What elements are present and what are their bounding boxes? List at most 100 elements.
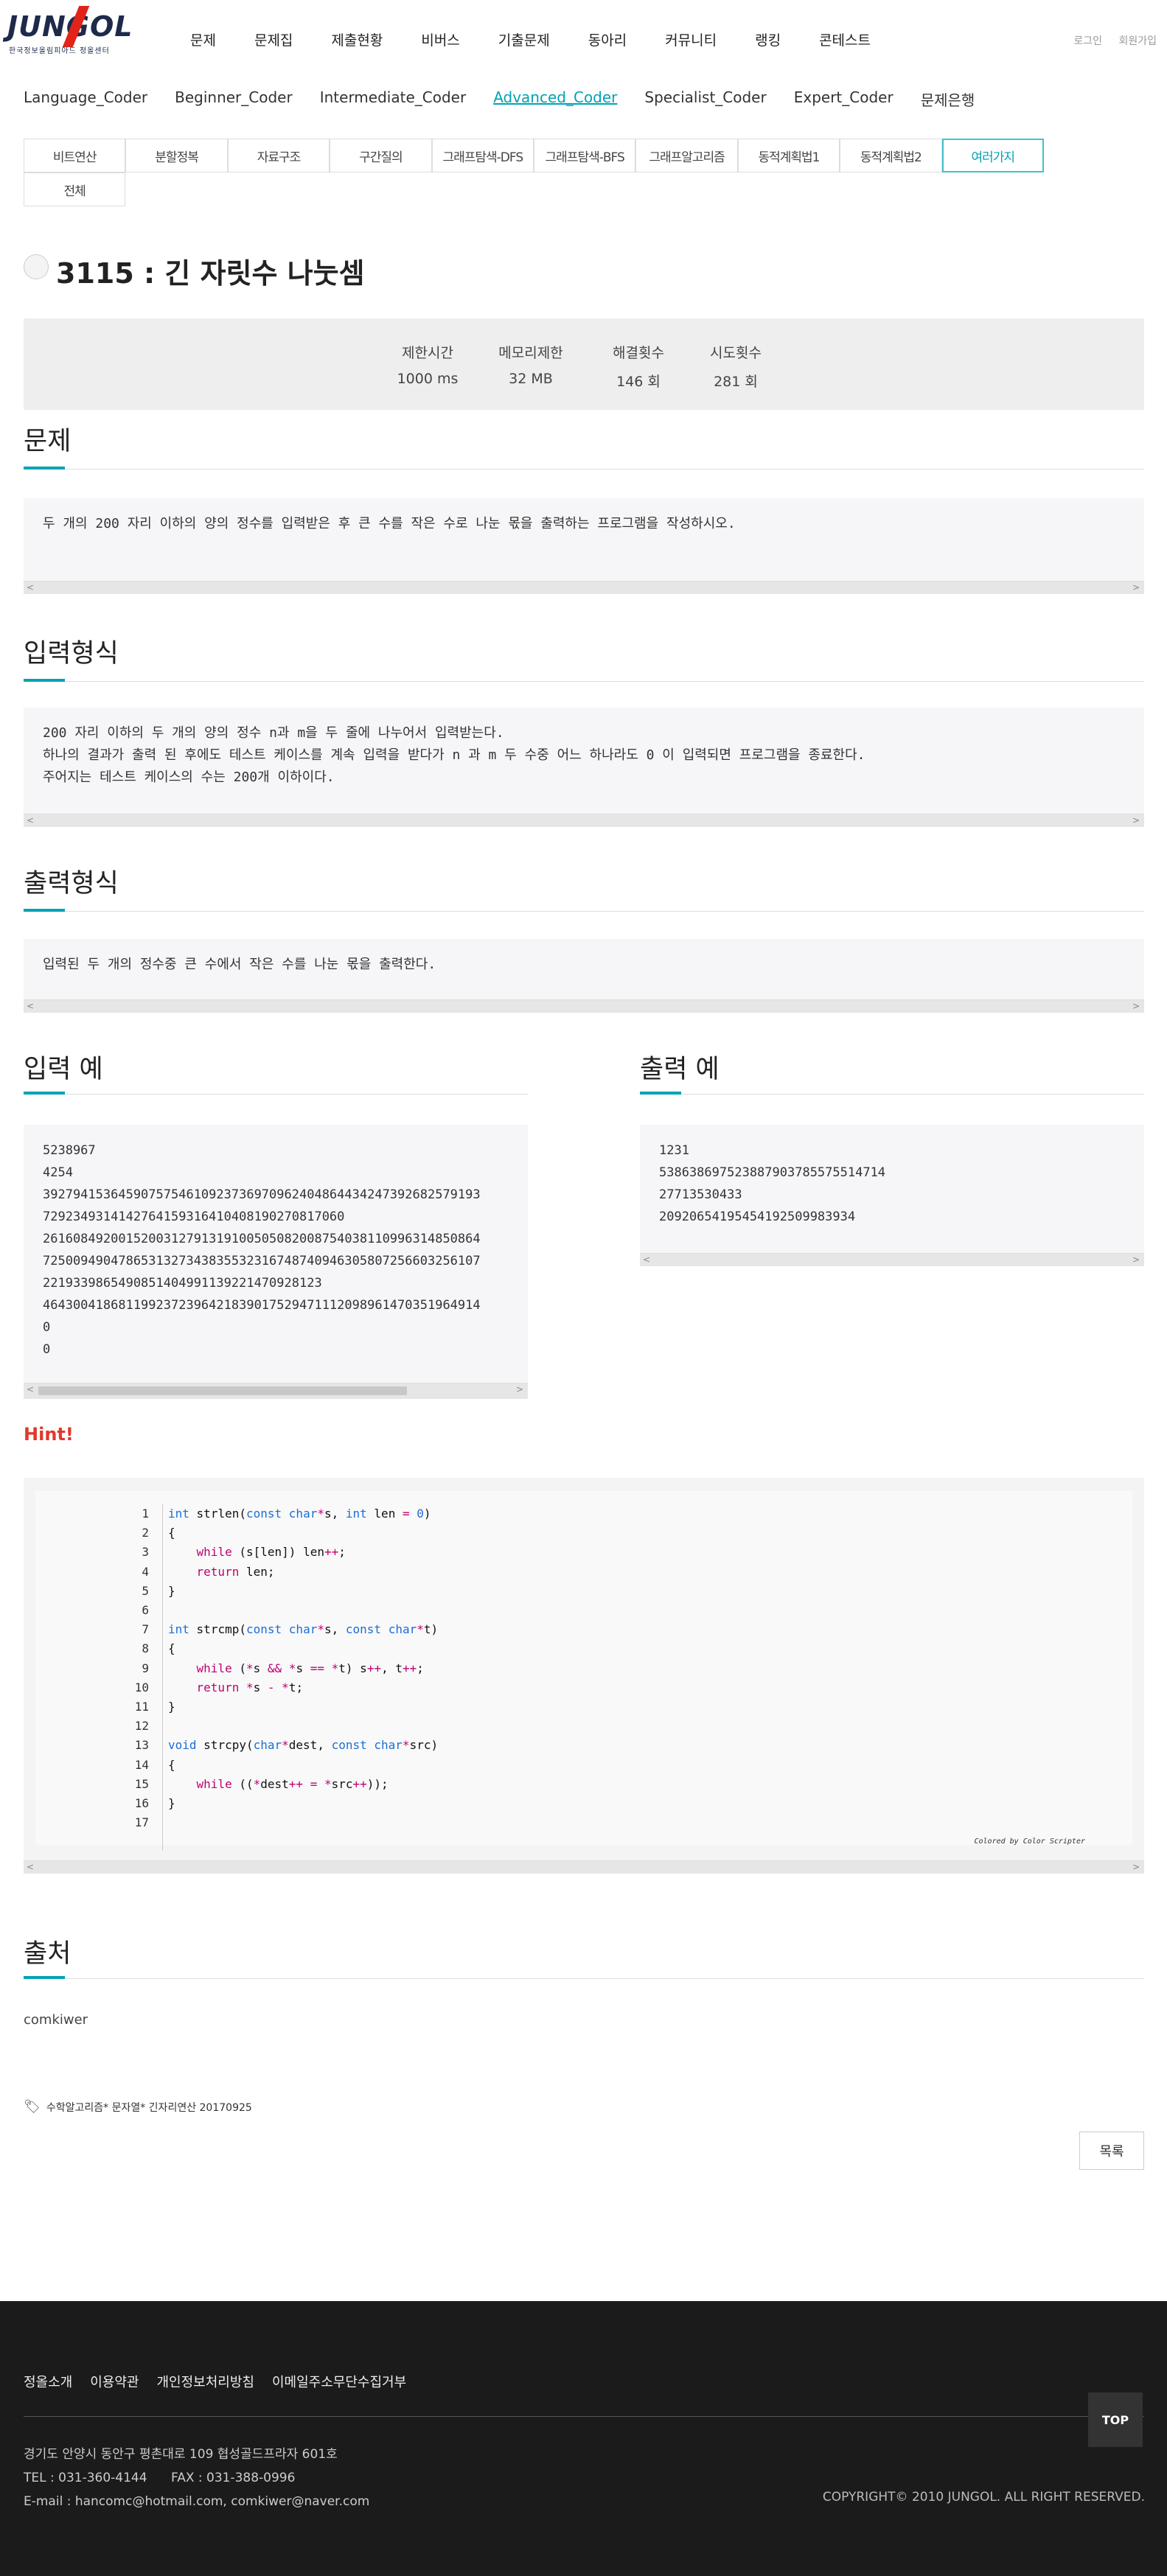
list-button[interactable]: 목록 [1079, 2132, 1144, 2170]
code-text: int strlen(const char*s, int len = 0) { w… [168, 1504, 438, 1832]
output-box: 입력된 두 개의 정수중 큰 수에서 작은 수를 나눈 몫을 출력한다. < > [24, 939, 1144, 1013]
sample-output-section: 출력 예 1231 538638697523887903785575514714 2… [640, 1048, 1144, 1266]
sample-input-section: 입력 예 5238967 4254 392794153645907575461092… [24, 1048, 528, 1399]
horizontal-scrollbar[interactable]: < > [24, 581, 1144, 594]
stat-label: 메모리제한 [498, 345, 563, 361]
input-text: 200 자리 이하의 두 개의 양의 정수 n과 m을 두 줄에 나누어서 입력… [24, 708, 1144, 803]
sample-input-line: 2616084920015200312791319100505082008754… [43, 1232, 481, 1246]
category-tab[interactable]: 구간질의 [330, 139, 432, 172]
nav-item[interactable]: 문제집 [254, 29, 293, 49]
sample-output-line: 20920654195454192509983934 [659, 1210, 856, 1224]
color-scripter-credit[interactable]: Colored by Color Scripter [974, 1837, 1085, 1846]
tag-text[interactable]: 수학알고리즘* 문자열* 긴자리연산 20170925 [46, 2100, 252, 2115]
line-number: 11 [134, 1700, 149, 1714]
level-tab[interactable]: Advanced_Coder [493, 88, 617, 110]
problem-title: 3115 : 긴 자릿수 나눗셈 [56, 257, 365, 290]
logo-subtitle: 한국정보올림피아드 정올센터 [9, 47, 110, 55]
line-number: 5 [142, 1583, 149, 1598]
input-line: 200 자리 이하의 두 개의 양의 정수 n과 m을 두 줄에 나누어서 입력… [43, 725, 504, 741]
level-tab[interactable]: Specialist_Coder [644, 88, 766, 110]
category-tab[interactable]: 그래프탐색-DFS [431, 139, 534, 172]
problem-stats: 제한시간 1000 ms 메모리제한 32 MB 해결횟수 146 회 시도횟수 281 회 [24, 318, 1144, 410]
sample-input-line: 0 [43, 1320, 51, 1335]
nav-item[interactable]: 제출현황 [331, 29, 383, 49]
horizontal-scrollbar[interactable]: < > [24, 1860, 1144, 1874]
problem-text: 두 개의 200 자리 이하의 양의 정수를 입력받은 후 큰 수를 작은 수로… [43, 516, 736, 531]
site-footer: 정올소개 이용약관 개인정보처리방침 이메일주소무단수집거부 TOP 경기도 안양시 … [0, 2301, 1167, 2576]
code-panel: 1 2 3 4 5 6 7 8 9 10 11 12 13 14 15 16 17 int strlen(con… [35, 1491, 1132, 1851]
input-line: 하나의 결과가 출력 된 후에도 테스트 케이스를 계속 입력을 받다가 n 과… [43, 747, 865, 763]
nav-item[interactable]: 기출문제 [498, 29, 550, 49]
category-tab[interactable]: 여러가지 [941, 139, 1044, 172]
horizontal-scrollbar[interactable]: < > [640, 1253, 1144, 1266]
nav-item[interactable]: 문제 [190, 29, 216, 49]
category-tab[interactable]: 비트연산 [24, 139, 126, 172]
tag-line: 🏷 수학알고리즘* 문자열* 긴자리연산 20170925 [24, 2099, 252, 2115]
level-tab[interactable]: Language_Coder [24, 88, 147, 110]
nav-item[interactable]: 비버스 [421, 29, 459, 49]
level-tab[interactable]: Expert_Coder [794, 88, 893, 110]
tag-icon: 🏷 [24, 2099, 41, 2115]
sample-output-box: 1231 538638697523887903785575514714 277135… [640, 1125, 1144, 1266]
nav-item[interactable]: 콘테스트 [819, 29, 871, 49]
category-tab[interactable]: 동적계획법2 [840, 139, 942, 172]
level-tab[interactable]: 문제은행 [921, 88, 975, 110]
footer-link[interactable]: 이메일주소무단수집거부 [272, 2372, 406, 2391]
input-line: 주어지는 테스트 케이스의 수는 200개 이하이다. [43, 769, 335, 785]
copyright: COPYRIGHT© 2010 JUNGOL. ALL RIGHT RESERV… [822, 2490, 1145, 2505]
category-tab[interactable]: 그래프탐색-BFS [534, 139, 636, 172]
horizontal-scrollbar[interactable]: < > [24, 814, 1144, 827]
site-logo[interactable]: JUNGOL 한국정보올림피아드 정올센터 [7, 6, 133, 55]
main-nav: 문제 문제집 제출현황 비버스 기출문제 동아리 커뮤니티 랭킹 콘테스트 [190, 29, 909, 49]
stat-value: 281 회 [714, 374, 758, 390]
line-number: 12 [134, 1719, 149, 1734]
pin-icon[interactable] [24, 254, 49, 279]
stat-item: 시도횟수 281 회 [684, 342, 787, 391]
sample-input-line: 7250094904786531327343835532316748740946… [43, 1254, 481, 1268]
footer-link[interactable]: 정올소개 [24, 2372, 72, 2391]
code-line: while (s[len]) len++; [196, 1545, 346, 1560]
sample-input-box: 5238967 4254 39279415364590757546109237369… [24, 1125, 528, 1399]
category-tab[interactable]: 동적계획법1 [737, 139, 840, 172]
code-line: while ((*dest++ = *src++)); [196, 1776, 389, 1791]
output-text: 입력된 두 개의 정수중 큰 수에서 작은 수를 나눈 몫을 출력한다. [43, 957, 436, 972]
category-tab[interactable]: 자료구조 [227, 139, 330, 172]
sample-input-line: 2219339865490851404991139221470928123 [43, 1276, 322, 1291]
stat-value: 32 MB [509, 371, 553, 387]
section-title: 출력형식 [24, 869, 119, 898]
source-section: 출처 [24, 1933, 1144, 1999]
stat-value: 146 회 [616, 374, 661, 390]
code-line: while (*s && *s == *t) s++, t++; [196, 1661, 424, 1675]
line-number: 4 [142, 1564, 149, 1579]
category-tab[interactable]: 그래프알고리즘 [635, 139, 738, 172]
code-line: void strcpy(char*dest, const char*src) [168, 1738, 439, 1753]
login-link[interactable]: 로그인 [1073, 35, 1102, 47]
line-number: 15 [134, 1776, 149, 1791]
section-title: 입력 예 [24, 1055, 103, 1084]
horizontal-scrollbar[interactable]: < > [24, 1383, 528, 1399]
line-number: 14 [134, 1757, 149, 1772]
footer-link[interactable]: 개인정보처리방침 [157, 2372, 254, 2391]
line-number: 16 [134, 1796, 149, 1811]
code-line: } [168, 1583, 175, 1598]
address-text: 경기도 안양시 동안구 평촌대로 109 협성골드프라자 601호 [24, 2447, 338, 2462]
site-header: JUNGOL 한국정보올림피아드 정올센터 문제 문제집 제출현황 비버스 기출문제 동아… [0, 0, 1167, 81]
back-to-top-button[interactable]: TOP [1088, 2392, 1143, 2447]
line-number: 7 [142, 1622, 149, 1637]
footer-divider [24, 2416, 1144, 2417]
category-tab[interactable]: 전체 [24, 172, 126, 206]
signup-link[interactable]: 회원가입 [1118, 35, 1157, 47]
sample-input-line: 4254 [43, 1165, 73, 1180]
line-number: 13 [134, 1738, 149, 1753]
nav-item[interactable]: 커뮤니티 [665, 29, 717, 49]
horizontal-scrollbar[interactable]: < > [24, 999, 1144, 1013]
line-number: 9 [142, 1661, 149, 1675]
level-tab[interactable]: Beginner_Coder [175, 88, 293, 110]
level-tab[interactable]: Intermediate_Coder [320, 88, 466, 110]
nav-item[interactable]: 랭킹 [755, 29, 781, 49]
footer-link[interactable]: 이용약관 [90, 2372, 139, 2391]
nav-item[interactable]: 동아리 [588, 29, 627, 49]
category-tab[interactable]: 분할정복 [125, 139, 228, 172]
